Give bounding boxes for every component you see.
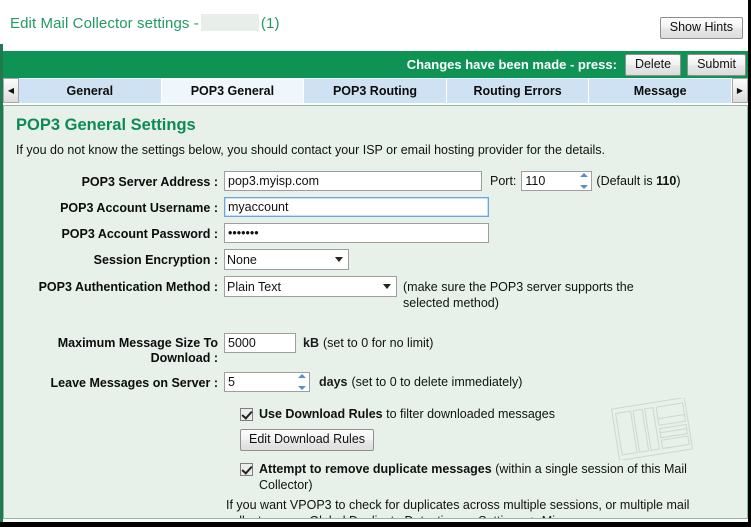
label-leave-messages: Leave Messages on Server : (50, 376, 218, 390)
edit-download-rules-button[interactable]: Edit Download Rules (240, 429, 375, 451)
auth-method-note: (make sure the POP3 server supports the … (403, 280, 634, 310)
label-port: Port: (490, 174, 517, 188)
port-stepper[interactable] (521, 171, 593, 191)
label-server-address: POP3 Server Address : (81, 175, 218, 189)
session-encryption-select[interactable]: None (224, 249, 349, 270)
row-session-encryption: Session Encryption : None (14, 249, 737, 270)
window-bottom-edge (0, 522, 751, 527)
row-remove-duplicates: Attempt to remove duplicate messages (wi… (240, 461, 737, 493)
remove-duplicates-checkbox[interactable] (240, 463, 253, 476)
label-password: POP3 Account Password : (61, 227, 218, 241)
redacted-collector-name (200, 14, 259, 31)
row-leave-messages: Leave Messages on Server : days (set to … (14, 372, 737, 392)
auth-method-select-wrap[interactable]: Plain Text (224, 276, 397, 297)
changes-message: Changes have been made - press: (406, 57, 617, 72)
triangle-left-icon[interactable]: ◀ (3, 78, 19, 103)
mail-collector-settings-window: Edit Mail Collector settings - (1) Show H… (0, 0, 751, 527)
tab-bar: ◀ General POP3 General POP3 Routing Rout… (3, 78, 748, 103)
submit-button[interactable]: Submit (687, 53, 746, 76)
remove-duplicates-label: Attempt to remove duplicate messages (wi… (259, 461, 729, 493)
max-message-size-unit: kB (303, 336, 319, 350)
changes-action-bar: Changes have been made - press: Delete S… (3, 51, 748, 78)
port-spinner-arrows[interactable] (577, 173, 590, 189)
page-title-count: (1) (260, 15, 280, 32)
use-download-rules-rest: to filter downloaded messages (382, 407, 555, 421)
intro-text: If you do not know the settings below, y… (16, 143, 605, 157)
leave-messages-stepper[interactable] (224, 372, 310, 392)
tab-list: General POP3 General POP3 Routing Routin… (19, 78, 732, 103)
title-bar: Edit Mail Collector settings - (1) Show H… (0, 0, 751, 44)
footer-note: If you want VPOP3 to check for duplicate… (226, 498, 690, 518)
row-use-download-rules: Use Download Rules to filter downloaded … (240, 406, 737, 422)
remove-duplicates-bold: Attempt to remove duplicate messages (259, 462, 492, 476)
port-default-note: (Default is 110) (596, 174, 681, 188)
max-message-size-input[interactable] (224, 333, 296, 353)
max-message-size-note: (set to 0 for no limit) (322, 336, 434, 350)
spinner-up-icon[interactable] (297, 374, 306, 378)
tab-message[interactable]: Message (589, 78, 732, 103)
use-download-rules-checkbox[interactable] (240, 408, 253, 421)
page-title: Edit Mail Collector settings - (1) (10, 14, 280, 32)
row-password: POP3 Account Password : (14, 223, 737, 243)
session-encryption-select-wrap[interactable]: None (224, 249, 349, 270)
leave-messages-unit: days (319, 375, 348, 389)
window-left-edge (0, 44, 3, 527)
use-download-rules-bold: Use Download Rules (259, 407, 383, 421)
section-title: POP3 General Settings (16, 116, 196, 134)
tab-pop3-routing[interactable]: POP3 Routing (304, 78, 447, 103)
tab-routing-errors[interactable]: Routing Errors (446, 78, 590, 103)
row-auth-method: POP3 Authentication Method : Plain Text … (14, 276, 737, 311)
label-auth-method: POP3 Authentication Method : (38, 280, 218, 294)
tab-pop3-general[interactable]: POP3 General (161, 78, 305, 103)
tab-general[interactable]: General (19, 78, 162, 103)
delete-button[interactable]: Delete (624, 53, 682, 76)
label-session-encryption: Session Encryption : (93, 253, 218, 267)
row-max-message-size: Maximum Message Size To Download : kB (s… (14, 333, 737, 366)
spinner-down-icon[interactable] (297, 386, 306, 390)
spinner-down-icon[interactable] (579, 185, 588, 189)
username-input[interactable] (224, 197, 489, 217)
row-server-address: POP3 Server Address : Port: (Default is … (14, 171, 737, 191)
triangle-right-icon[interactable]: ▶ (732, 78, 748, 103)
label-username: POP3 Account Username : (60, 201, 218, 215)
spinner-up-icon[interactable] (579, 173, 588, 177)
use-download-rules-label: Use Download Rules to filter downloaded … (259, 406, 555, 422)
page-title-prefix: Edit Mail Collector settings - (10, 15, 199, 32)
port-default-value: 110 (656, 174, 677, 188)
password-input[interactable] (224, 223, 489, 243)
row-username: POP3 Account Username : (14, 197, 737, 217)
leave-messages-note: (set to 0 to delete immediately) (351, 375, 523, 389)
server-address-input[interactable] (224, 171, 482, 191)
settings-panel: POP3 General Settings If you do not know… (3, 105, 748, 519)
label-max-message-size: Maximum Message Size To Download : (57, 336, 218, 365)
leave-messages-spinner-arrows[interactable] (295, 374, 308, 390)
auth-method-select[interactable]: Plain Text (224, 276, 397, 297)
show-hints-button[interactable]: Show Hints (659, 17, 743, 39)
